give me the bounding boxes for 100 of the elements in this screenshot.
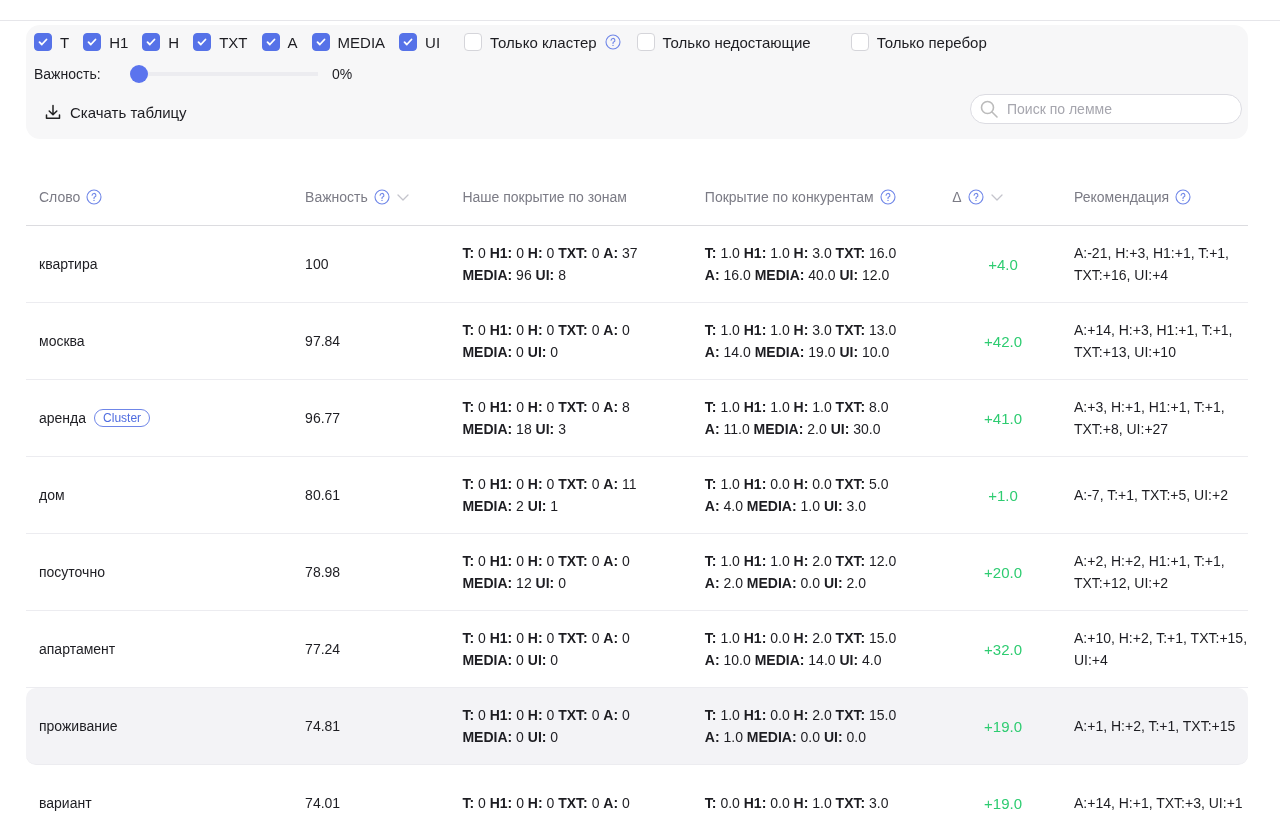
checkbox-label: Только недостающие xyxy=(662,33,811,51)
coverage-line: MEDIA: 0 UI: 0 xyxy=(462,344,560,360)
help-icon[interactable] xyxy=(604,34,621,50)
download-button[interactable]: Скачать таблицу xyxy=(34,97,197,127)
help-icon[interactable] xyxy=(967,189,984,205)
coverage-line: T: 0 H1: 0 H: 0 TXT: 0 A: 0 xyxy=(462,630,631,646)
word-cell: дом xyxy=(39,487,65,503)
checkbox-label: TXT xyxy=(219,33,248,51)
word-cell: аренда xyxy=(39,410,87,426)
importance-cell: 77.24 xyxy=(305,641,341,657)
download-icon xyxy=(44,103,62,121)
checkbox-icon[interactable] xyxy=(261,33,280,51)
delta-cell: +42.0 xyxy=(984,332,1023,350)
coverage-line: T: 1.0 H1: 1.0 H: 1.0 TXT: 8.0 xyxy=(704,399,890,415)
coverage-line: A: 1.0 MEDIA: 0.0 UI: 0.0 xyxy=(704,729,867,745)
help-icon[interactable] xyxy=(373,189,390,205)
checkbox-label: Только перебор xyxy=(876,33,987,51)
coverage-line: MEDIA: 12 UI: 0 xyxy=(462,575,567,591)
recommendation-cell-text: A:+1, H:+2, T:+1, TXT:+15 xyxy=(1074,717,1237,736)
recommendation-cell-text: A:+2, H:+2, H1:+1, T:+1, TXT:+12, UI:+2 xyxy=(1074,552,1226,593)
coverage-line: A: 16.0 MEDIA: 40.0 UI: 12.0 xyxy=(704,267,891,283)
column-header: Важность xyxy=(305,189,368,205)
help-icon[interactable] xyxy=(879,189,896,205)
checkbox-label: A xyxy=(287,33,298,51)
table-row[interactable]: москва 97.84 T: 0 H1: 0 H: 0 TXT: 0 A: 0 MEDIA: 0 UI: 0 T: 1.0 H1: 1.0 H: 3.0 TXT: 13.0 A: 14.0 MEDIA: 19.0 UI: 10.0 +42.0 A:+14, H:+3, H1:+1, T:+1, TXT:+13, UI:+10 xyxy=(26,303,1248,380)
sort-icon[interactable] xyxy=(989,192,1004,202)
coverage-line: T: 0 H1: 0 H: 0 TXT: 0 A: 0 xyxy=(462,322,631,338)
checkbox-label: Только кластер xyxy=(490,33,597,51)
delta-cell: +19.0 xyxy=(984,794,1023,812)
column-header: Рекомендация xyxy=(1074,189,1170,205)
delta-cell: +41.0 xyxy=(984,409,1023,427)
recommendation-cell-text: A:-7, T:+1, TXT:+5, UI:+2 xyxy=(1074,486,1229,505)
checkbox-label: H xyxy=(168,33,180,51)
help-icon[interactable] xyxy=(1175,189,1192,205)
zone-checkbox[interactable]: H xyxy=(142,33,180,51)
recommendation-cell-text: A:-21, H:+3, H1:+1, T:+1, TXT:+16, UI:+4 xyxy=(1074,244,1230,285)
coverage-line: A: 11.0 MEDIA: 2.0 UI: 30.0 xyxy=(704,421,882,437)
coverage-line: A: 14.0 MEDIA: 19.0 UI: 10.0 xyxy=(704,344,891,360)
column-header: Наше покрытие по зонам xyxy=(462,189,627,205)
coverage-line: T: 1.0 H1: 0.0 H: 2.0 TXT: 15.0 xyxy=(704,707,898,723)
checkbox-icon[interactable] xyxy=(311,33,330,51)
help-icon[interactable] xyxy=(86,189,103,205)
importance-cell: 80.61 xyxy=(305,487,341,503)
importance-cell: 78.98 xyxy=(305,564,341,580)
coverage-line: T: 0 H1: 0 H: 0 TXT: 0 A: 8 xyxy=(462,399,631,415)
importance-cell: 74.01 xyxy=(305,795,341,811)
zone-checkbox[interactable]: TXT xyxy=(193,33,248,51)
recommendation-cell-text: A:+3, H:+1, H1:+1, T:+1, TXT:+8, UI:+27 xyxy=(1074,398,1226,439)
delta-cell: +4.0 xyxy=(988,255,1018,273)
coverage-line: T: 0 H1: 0 H: 0 TXT: 0 A: 0 xyxy=(462,795,631,811)
zone-checkbox[interactable]: H1 xyxy=(83,33,129,51)
slider-label: Важность: xyxy=(34,66,102,82)
table-row[interactable]: аренда Cluster 96.77 T: 0 H1: 0 H: 0 TXT: 0 A: 8 MEDIA: 18 UI: 3 T: 1.0 H1: 1.0 H: 1.0 TXT: 8.0 A: 11.0 MEDIA: 2.0 UI: 30.0 +41.0 A:+3, H:+1, H1:+1, T:+1, TXT:+8, UI:+27 xyxy=(26,380,1248,457)
delta-cell: +19.0 xyxy=(984,717,1023,735)
column-header: Покрытие по конкурентам xyxy=(704,189,874,205)
checkbox-label: MEDIA xyxy=(337,33,386,51)
coverage-line: MEDIA: 0 UI: 0 xyxy=(462,729,560,745)
coverage-line: T: 1.0 H1: 0.0 H: 0.0 TXT: 5.0 xyxy=(704,476,890,492)
checkbox-icon[interactable] xyxy=(34,33,52,51)
coverage-line: MEDIA: 2 UI: 1 xyxy=(462,498,560,514)
checkbox-label: UI xyxy=(425,33,441,51)
word-cell: квартира xyxy=(39,256,98,272)
slider-thumb[interactable] xyxy=(130,65,148,83)
importance-cell: 100 xyxy=(305,256,329,272)
recommendation-cell-text: A:+14, H:+3, H1:+1, T:+1, TXT:+13, UI:+10 xyxy=(1074,321,1234,362)
table-row[interactable]: дом 80.61 T: 0 H1: 0 H: 0 TXT: 0 A: 11 MEDIA: 2 UI: 1 T: 1.0 H1: 0.0 H: 0.0 TXT: 5.0 A: 4.0 MEDIA: 1.0 UI: 3.0 +1.0 A:-7, T:+1, TXT:+5, UI:+2 xyxy=(26,457,1248,534)
word-cell: посуточно xyxy=(39,564,105,580)
delta-cell: +20.0 xyxy=(984,563,1023,581)
checkbox-icon[interactable] xyxy=(399,33,418,51)
coverage-line: T: 1.0 H1: 1.0 H: 3.0 TXT: 13.0 xyxy=(704,322,898,338)
coverage-line: T: 0.0 H1: 0.0 H: 1.0 TXT: 3.0 xyxy=(704,795,890,811)
table-row[interactable]: посуточно 78.98 T: 0 H1: 0 H: 0 TXT: 0 A: 0 MEDIA: 12 UI: 0 T: 1.0 H1: 1.0 H: 2.0 TXT: 12.0 A: 2.0 MEDIA: 0.0 UI: 2.0 +20.0 A:+2, H:+2, H1:+1, T:+1, TXT:+12, UI:+2 xyxy=(26,534,1248,611)
checkbox-icon[interactable] xyxy=(83,33,102,51)
importance-cell: 96.77 xyxy=(305,410,341,426)
zone-checkbox[interactable]: T xyxy=(34,33,70,51)
zone-checkbox[interactable]: UI xyxy=(399,33,441,51)
checkbox-label: T xyxy=(60,33,70,51)
table-row[interactable]: вариант 74.01 T: 0 H1: 0 H: 0 TXT: 0 A: 0 T: 0.0 H1: 0.0 H: 1.0 TXT: 3.0 +19.0 A:+14, H:+1, TXT:+3, UI:+1 xyxy=(26,765,1248,816)
delta-cell: +1.0 xyxy=(988,486,1018,504)
search-field[interactable]: Поиск по лемме xyxy=(970,94,1242,124)
column-header: Δ xyxy=(952,189,962,205)
table-row[interactable]: квартира 100 T: 0 H1: 0 H: 0 TXT: 0 A: 37 MEDIA: 96 UI: 8 T: 1.0 H1: 1.0 H: 3.0 TXT: 16.0 A: 16.0 MEDIA: 40.0 UI: 12.0 +4.0 A:-21, H:+3, H1:+1, T:+1, TXT:+16, UI:+4 xyxy=(26,226,1248,303)
coverage-line: T: 0 H1: 0 H: 0 TXT: 0 A: 0 xyxy=(462,553,631,569)
checkbox-icon[interactable] xyxy=(142,33,161,51)
table-row[interactable]: проживание 74.81 T: 0 H1: 0 H: 0 TXT: 0 A: 0 MEDIA: 0 UI: 0 T: 1.0 H1: 0.0 H: 2.0 TXT: 15.0 A: 1.0 MEDIA: 0.0 UI: 0.0 +19.0 A:+1, H:+2, T:+1, TXT:+15 xyxy=(26,688,1248,765)
checkbox-label: H1 xyxy=(109,33,129,51)
coverage-line: T: 0 H1: 0 H: 0 TXT: 0 A: 0 xyxy=(462,707,631,723)
zone-checkbox[interactable]: MEDIA xyxy=(311,33,386,51)
sort-icon[interactable] xyxy=(395,192,410,202)
coverage-line: A: 10.0 MEDIA: 14.0 UI: 4.0 xyxy=(704,652,883,668)
importance-cell: 97.84 xyxy=(305,333,341,349)
zone-checkbox[interactable]: A xyxy=(261,33,298,51)
coverage-line: A: 4.0 MEDIA: 1.0 UI: 3.0 xyxy=(704,498,867,514)
coverage-line: MEDIA: 96 UI: 8 xyxy=(462,267,567,283)
importance-cell: 74.81 xyxy=(305,718,341,734)
checkbox-icon[interactable] xyxy=(193,33,212,51)
word-cell: апартамент xyxy=(39,641,116,657)
word-cell: проживание xyxy=(39,718,118,734)
coverage-line: T: 0 H1: 0 H: 0 TXT: 0 A: 37 xyxy=(462,245,639,261)
coverage-line: MEDIA: 18 UI: 3 xyxy=(462,421,567,437)
